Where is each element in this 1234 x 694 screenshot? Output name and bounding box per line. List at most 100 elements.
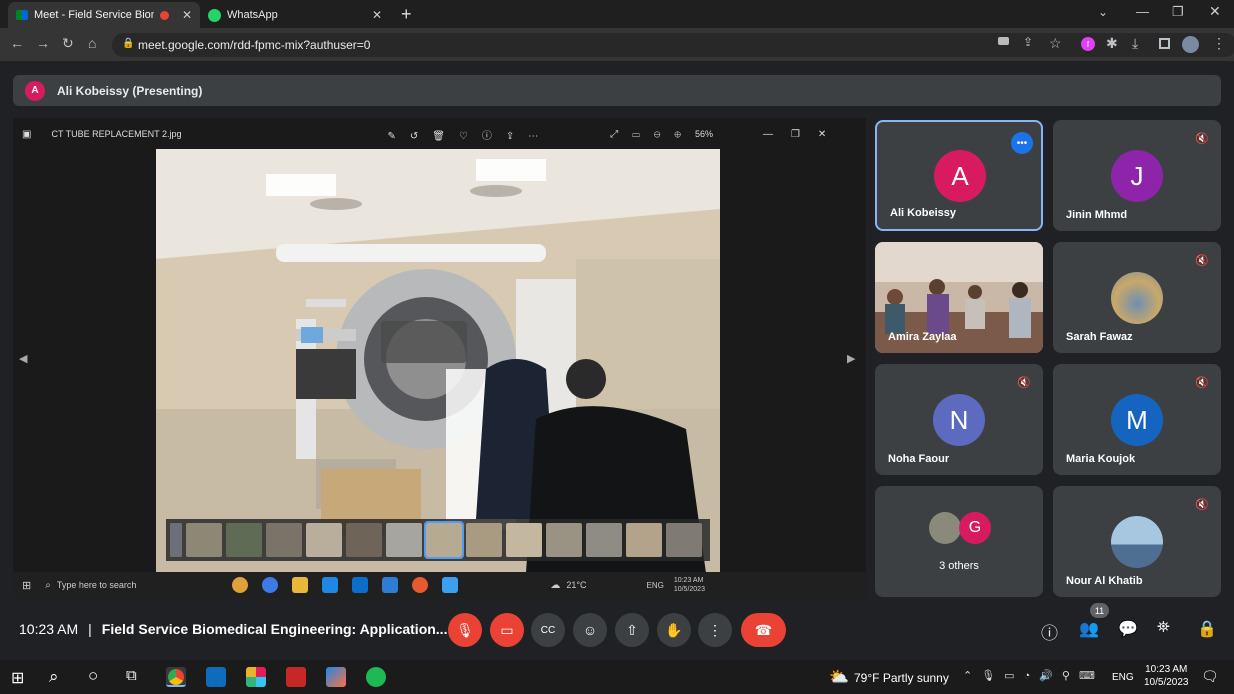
spotify-icon[interactable] [366, 667, 386, 687]
weather-widget[interactable]: 79°F Partly sunny [854, 671, 949, 685]
address-bar[interactable]: 🔒 meet.google.com/rdd-fpmc-mix?authuser=… [112, 33, 1234, 57]
viewer-edit-tools[interactable]: ✎↺🗑♡ⓘ⇪⋯ [388, 127, 553, 142]
extensions-puzzle-icon[interactable]: ✱ [1106, 35, 1118, 52]
back-icon[interactable]: ← [10, 35, 24, 51]
close-tab-icon[interactable]: ✕ [182, 8, 192, 22]
close-tab-icon[interactable]: ✕ [372, 8, 382, 22]
thumbnail[interactable] [586, 523, 622, 557]
tab-search-icon[interactable]: ⌄ [1098, 5, 1108, 19]
tab-meet-label: Meet - Field Service Biomed [34, 9, 154, 21]
viewer-view-tools[interactable]: ⤢▭⊖⊕ [610, 129, 695, 140]
more-options-button[interactable]: ⋮ [698, 613, 732, 647]
thumbnail[interactable] [186, 523, 222, 557]
new-tab-icon[interactable]: + [401, 4, 412, 25]
participant-tile-ali[interactable]: A ••• Ali Kobeissy [875, 120, 1043, 231]
meeting-info-icon[interactable]: ⓘ [1041, 619, 1058, 644]
thumbnail[interactable] [226, 523, 262, 557]
download-icon[interactable]: ⤓ [1132, 35, 1138, 52]
participant-tile-noha[interactable]: 🔇 N Noha Faour [875, 364, 1043, 475]
profile-avatar[interactable] [1182, 36, 1199, 53]
participant-avatar: M [1111, 394, 1163, 446]
thumbnail[interactable] [546, 523, 582, 557]
meeting-details: 10:23 AM | Field Service Biomedical Engi… [19, 621, 447, 637]
chrome-taskbar-icon[interactable] [166, 667, 186, 687]
tab-meet[interactable]: Meet - Field Service Biomed ✕ [8, 2, 200, 28]
thumbnail[interactable] [346, 523, 382, 557]
windows-start-icon[interactable]: ⊞ [11, 668, 24, 688]
side-panel-icon[interactable] [1159, 38, 1170, 49]
host-controls-icon[interactable]: 🔒 [1197, 619, 1217, 639]
present-button[interactable]: ⇧ [615, 613, 649, 647]
forward-icon[interactable]: → [36, 35, 50, 51]
shared-start-icon: ⊞ [22, 579, 32, 592]
system-tray-icons[interactable]: ⌃🎙▭◔🔊⚲⌨ [963, 669, 1104, 682]
thumbnail[interactable] [466, 523, 502, 557]
home-icon[interactable]: ⌂ [88, 35, 96, 51]
bookmark-star-icon[interactable]: ☆ [1049, 35, 1062, 52]
mic-off-icon: 🔇 [1195, 255, 1209, 267]
participant-tile-sarah[interactable]: 🔇 Sarah Fawaz [1053, 242, 1221, 353]
thumbnail[interactable] [266, 523, 302, 557]
system-clock[interactable]: 10:23 AM 10/5/2023 [1144, 663, 1189, 689]
participant-avatar [1111, 516, 1163, 568]
window-close-icon[interactable]: ✕ [1209, 3, 1221, 20]
task-view-icon[interactable]: ⧉ [126, 667, 137, 684]
reactions-button[interactable]: ☺ [573, 613, 607, 647]
camera-toggle-button[interactable]: ▭ [490, 613, 524, 647]
participant-name: Jinin Mhmd [1066, 209, 1128, 221]
solidworks-icon[interactable] [286, 667, 306, 687]
participant-name: Ali Kobeissy [890, 207, 957, 219]
thumbnail[interactable] [626, 523, 662, 557]
participant-name: Noha Faour [888, 453, 950, 465]
slack-icon[interactable] [246, 667, 266, 687]
participant-tile-others[interactable]: G 3 others [875, 486, 1043, 597]
next-photo-icon[interactable]: ▶ [847, 352, 855, 365]
raise-hand-button[interactable]: ✋ [657, 613, 691, 647]
thumbnail[interactable] [666, 523, 702, 557]
chrome-menu-icon[interactable]: ⋮ [1212, 35, 1226, 52]
camera-in-use-icon[interactable] [998, 37, 1009, 45]
participant-tile-amira[interactable]: Amira Zaylaa [875, 242, 1043, 353]
end-call-icon: ☎ [754, 621, 773, 638]
others-label: 3 others [939, 560, 979, 572]
participant-tile-maria[interactable]: 🔇 M Maria Koujok [1053, 364, 1221, 475]
minimize-icon[interactable]: — [1136, 4, 1149, 19]
outlook-icon[interactable] [206, 667, 226, 687]
presenter-avatar: A [25, 80, 45, 101]
tab-whatsapp-label: WhatsApp [227, 9, 278, 21]
restore-icon[interactable]: ❐ [1172, 4, 1184, 20]
notifications-icon[interactable]: 🗨 [1201, 668, 1219, 685]
participant-avatar: N [933, 394, 985, 446]
chat-icon[interactable]: 💬 [1118, 619, 1138, 639]
participant-tile-nour[interactable]: 🔇 Nour Al Khatib [1053, 486, 1221, 597]
meeting-separator: | [88, 621, 92, 637]
leave-call-button[interactable]: ☎ [741, 613, 786, 647]
cortana-icon[interactable]: ○ [88, 666, 98, 686]
activities-icon[interactable]: ⛯ [1157, 619, 1170, 637]
matlab-icon[interactable] [326, 667, 346, 687]
shared-search-text: Type here to search [56, 580, 137, 590]
previous-photo-icon[interactable]: ◀ [19, 352, 27, 365]
thumbnail[interactable] [386, 523, 422, 557]
participant-avatar [1111, 272, 1163, 324]
captions-button[interactable]: CC [531, 613, 565, 647]
reload-icon[interactable]: ↻ [62, 35, 74, 52]
presenter-bar: A Ali Kobeissy (Presenting) [13, 75, 1221, 106]
weather-icon: ⛅ [829, 669, 849, 686]
thumbnail[interactable] [306, 523, 342, 557]
tab-whatsapp[interactable]: WhatsApp ✕ [200, 2, 390, 28]
extension-icon[interactable]: f [1081, 37, 1095, 51]
participant-tile-jinin[interactable]: 🔇 J Jinin Mhmd [1053, 120, 1221, 231]
viewer-window-controls[interactable]: —❐✕ [763, 129, 844, 140]
people-count-badge: 11 [1090, 603, 1109, 618]
mic-toggle-button[interactable]: 🎙 [448, 613, 482, 647]
input-language[interactable]: ENG [1112, 672, 1134, 683]
people-icon[interactable]: 👥 [1079, 619, 1099, 639]
share-icon[interactable]: ⇪ [1023, 35, 1033, 49]
search-icon[interactable]: ⌕ [49, 667, 59, 687]
thumbnail[interactable] [506, 523, 542, 557]
thumbnail[interactable] [170, 523, 182, 557]
more-options-icon[interactable]: ••• [1011, 132, 1033, 154]
participant-avatar: A [934, 150, 986, 202]
thumbnail-selected[interactable] [424, 521, 464, 559]
